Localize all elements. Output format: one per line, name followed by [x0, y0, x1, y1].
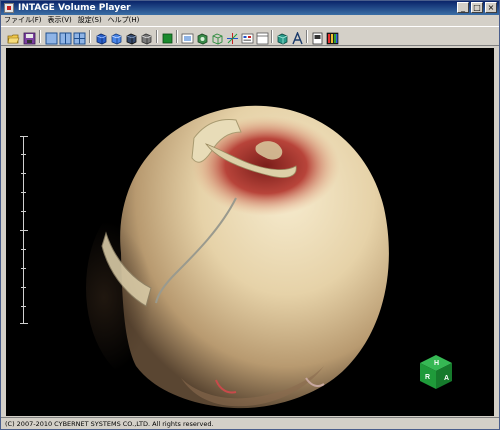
orientation-label-right: A	[444, 375, 449, 382]
orientation-label-left: R	[425, 374, 430, 381]
object-cube-icon[interactable]	[276, 30, 289, 45]
status-bar: (C) 2007-2010 CYBERNET SYSTEMS CO.,LTD. …	[1, 417, 499, 430]
toolbar-separator	[271, 30, 273, 43]
cube-blue-icon[interactable]	[110, 30, 123, 45]
layout-single-icon[interactable]	[45, 30, 58, 45]
open-icon[interactable]	[7, 30, 20, 44]
menu-bar: ファイル(F) 表示(V) 設定(S) ヘルプ(H)	[1, 15, 499, 26]
toolbar-separator	[89, 30, 91, 43]
close-button[interactable]: ×	[485, 2, 497, 13]
orientation-label-top: H	[434, 360, 439, 367]
green-square-icon[interactable]	[161, 30, 174, 44]
skull-volume-render	[86, 105, 389, 409]
annotation-icon[interactable]	[291, 30, 304, 45]
render-cube-icon[interactable]	[196, 30, 209, 45]
layout-quad-icon[interactable]	[73, 30, 86, 45]
cube-blue-solid-icon[interactable]	[95, 30, 108, 45]
maximize-button[interactable]: □	[471, 2, 483, 13]
layout-dual-icon[interactable]	[59, 30, 72, 45]
minimize-button[interactable]: _	[457, 2, 469, 13]
menu-settings[interactable]: 設定(S)	[75, 15, 105, 26]
page-icon[interactable]	[311, 30, 324, 45]
menu-help[interactable]: ヘルプ(H)	[105, 15, 143, 26]
save-icon[interactable]	[23, 30, 36, 45]
app-window: INTAGE Volume Player _ □ × ファイル(F) 表示(V)…	[0, 0, 500, 430]
toolbar	[1, 26, 499, 46]
toolbar-separator	[176, 30, 178, 43]
wireframe-cube-icon[interactable]	[211, 30, 224, 45]
axes-icon[interactable]	[226, 30, 239, 44]
screenshot-icon[interactable]	[181, 30, 194, 44]
scale-bar	[20, 136, 28, 324]
copyright-text: (C) 2007-2010 CYBERNET SYSTEMS CO.,LTD. …	[5, 420, 214, 428]
cube-gray-icon[interactable]	[140, 30, 153, 45]
orientation-cube[interactable]: H R A	[416, 351, 456, 391]
menu-view[interactable]: 表示(V)	[45, 15, 75, 26]
panel-icon[interactable]	[256, 30, 269, 45]
toolbar-separator	[39, 30, 41, 43]
title-bar[interactable]: INTAGE Volume Player _ □ ×	[1, 1, 499, 15]
app-icon	[4, 3, 14, 13]
menu-file[interactable]: ファイル(F)	[1, 15, 45, 26]
mpr-icon[interactable]	[241, 30, 254, 44]
toolbar-separator	[306, 30, 308, 43]
volume-render-viewport[interactable]: H R A	[6, 48, 494, 416]
window-title: INTAGE Volume Player	[18, 3, 131, 13]
cube-dark-icon[interactable]	[125, 30, 138, 45]
toolbar-separator	[156, 30, 158, 43]
palette-icon[interactable]	[326, 30, 339, 45]
